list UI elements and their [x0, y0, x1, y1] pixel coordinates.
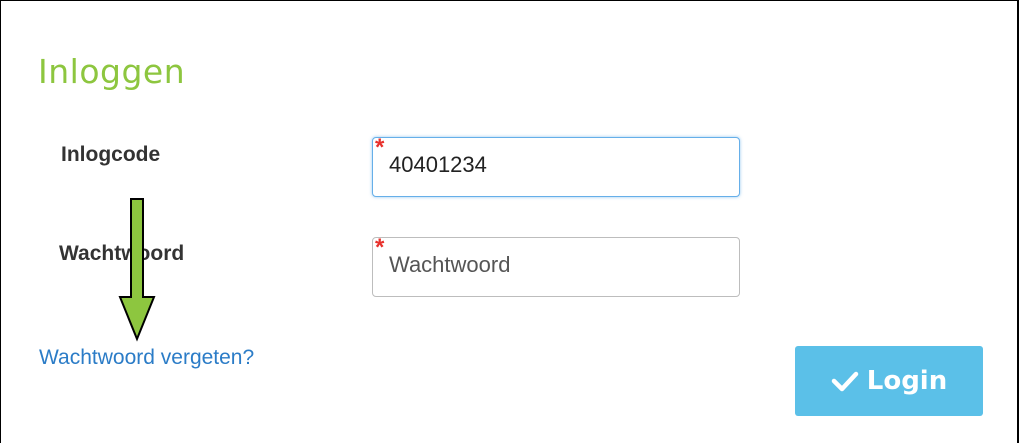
login-code-value: 40401234: [389, 152, 487, 177]
password-input[interactable]: * Wachtwoord: [372, 234, 740, 297]
required-marker: *: [375, 234, 385, 261]
login-code-label: Inlogcode: [61, 143, 161, 166]
password-placeholder: Wachtwoord: [389, 252, 511, 277]
down-arrow-icon: [117, 197, 157, 348]
login-code-input[interactable]: * 40401234: [372, 134, 740, 197]
login-button-label: Login: [866, 366, 948, 396]
check-icon: [831, 370, 859, 392]
login-button[interactable]: Login: [795, 346, 983, 416]
required-marker: *: [375, 134, 385, 161]
forgot-password-link[interactable]: Wachtwoord vergeten?: [39, 346, 254, 370]
page-title: Inloggen: [38, 52, 186, 91]
